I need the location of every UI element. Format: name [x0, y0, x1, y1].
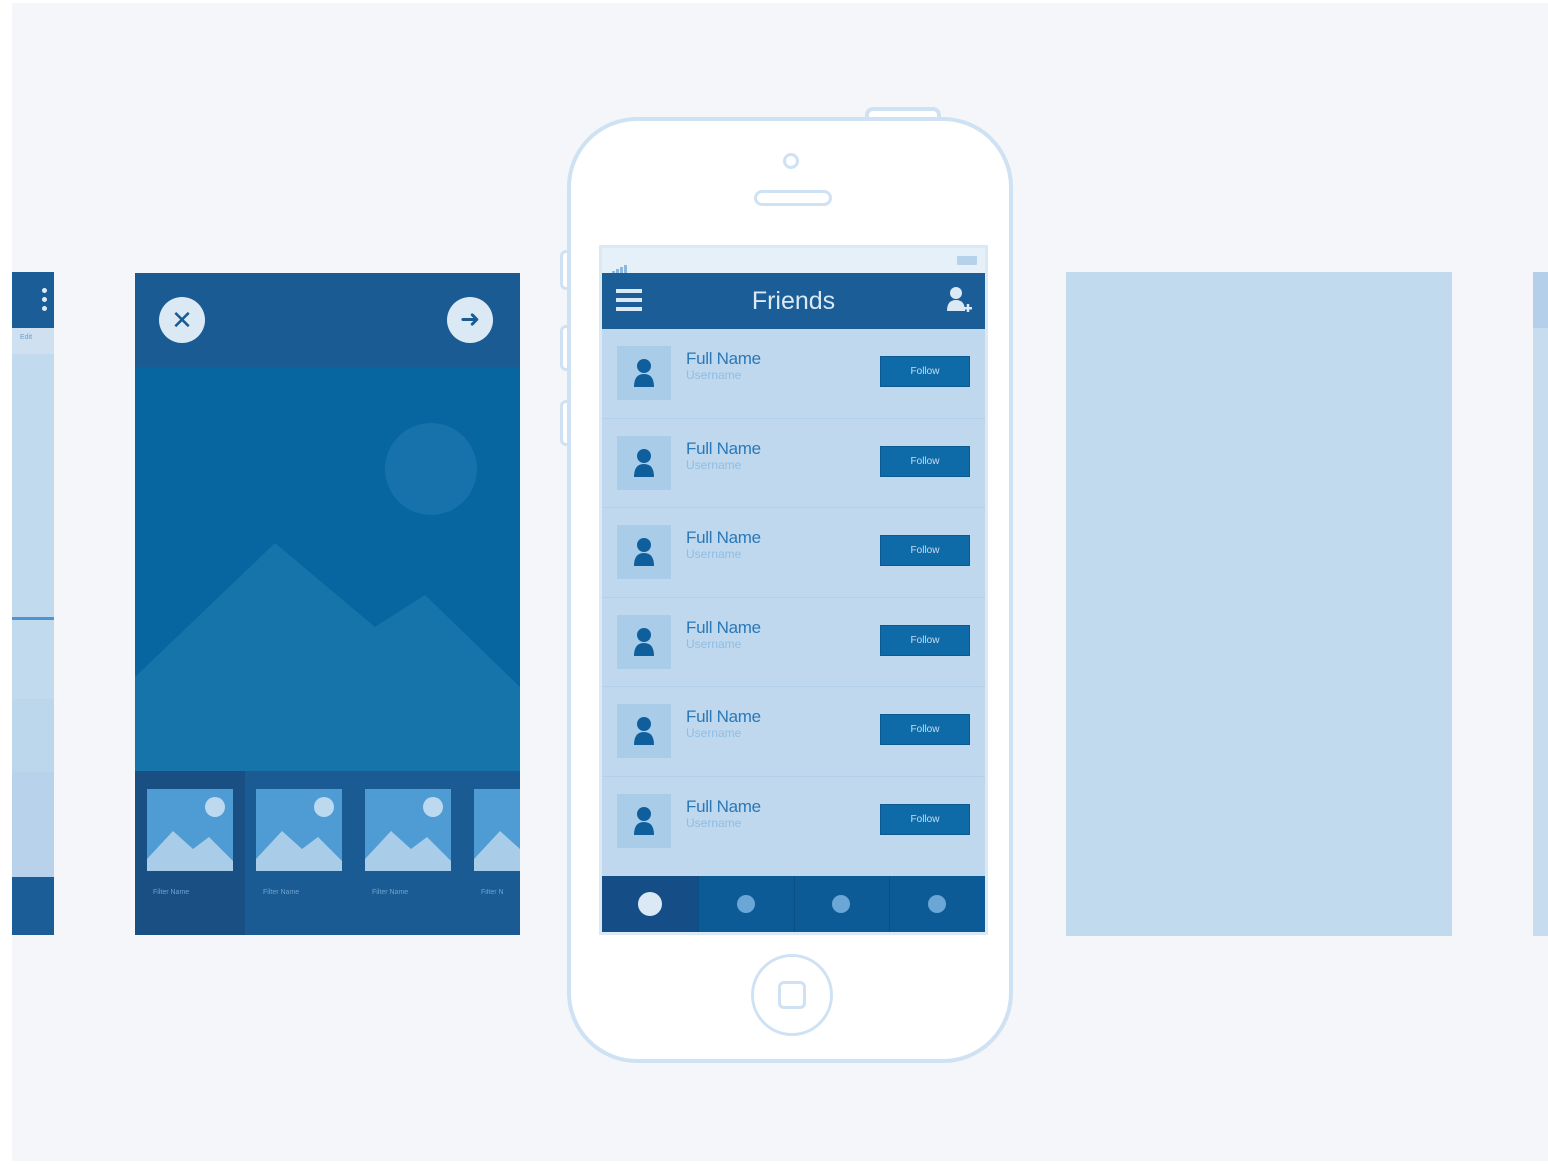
friend-full-name: Full Name [686, 796, 761, 816]
avatar [617, 614, 671, 669]
front-camera [783, 153, 799, 169]
avatar [617, 793, 671, 848]
list-item: Full Name Username Follow [602, 508, 985, 598]
filter-thumbnail[interactable] [147, 789, 233, 871]
friend-full-name: Full Name [686, 438, 761, 458]
friend-username: Username [686, 815, 742, 830]
image-mountain-placeholder [135, 543, 520, 771]
left-partial-divider [12, 617, 54, 620]
list-item: Full Name Username Follow [602, 777, 985, 866]
left-edge [0, 0, 12, 1164]
signal-icon [612, 256, 632, 274]
filter-thumbnail[interactable] [474, 789, 520, 871]
home-square-icon [778, 981, 806, 1009]
filter-thumbnail[interactable] [256, 789, 342, 871]
filter-thumbnail-strip: Filter Name Filter Name Filter Name Filt… [135, 771, 520, 935]
friend-username: Username [686, 457, 742, 472]
left-partial-header [12, 272, 54, 328]
battery-icon [957, 256, 977, 265]
left-partial-content [12, 354, 54, 699]
friend-full-name: Full Name [686, 707, 761, 727]
left-partial-strip-text: Edit [20, 334, 33, 341]
tab-bar [602, 876, 985, 932]
tab-dot-icon [637, 892, 662, 916]
avatar [617, 346, 671, 400]
hamburger-icon[interactable] [616, 289, 642, 313]
filter-label: Filter Name [372, 889, 409, 896]
next-button[interactable]: ➜ [447, 297, 493, 343]
user-icon [634, 448, 654, 477]
arrow-right-icon: ➜ [459, 306, 481, 333]
user-icon [634, 627, 654, 656]
friend-username: Username [686, 368, 742, 382]
follow-button[interactable]: Follow [880, 535, 970, 567]
wireframe-showcase: Edit ✕ ➜ Filter Name Filter Name Filter … [0, 0, 1548, 1164]
user-icon [634, 806, 654, 835]
right-partial-screen [1533, 272, 1548, 936]
status-bar [602, 248, 985, 274]
page-title: Friends [751, 287, 836, 315]
avatar [617, 435, 671, 490]
filter-label: Filter Name [153, 889, 190, 896]
follow-button[interactable]: Follow [880, 714, 970, 746]
follow-button[interactable]: Follow [880, 356, 970, 387]
tab-dot-icon [832, 895, 851, 913]
user-icon [634, 717, 654, 746]
close-icon: ✕ [171, 305, 193, 335]
add-user-icon[interactable] [943, 285, 973, 315]
left-partial-screen: Edit [12, 272, 54, 935]
top-edge [0, 0, 1548, 3]
list-item: Full Name Username Follow [602, 329, 985, 419]
nav-bar: Friends [602, 273, 985, 329]
friend-full-name: Full Name [686, 617, 761, 637]
friends-screen: Friends Full Name Username Follow Full N… [599, 245, 988, 935]
user-icon [634, 359, 654, 387]
tab-2[interactable] [698, 876, 794, 932]
photo-filter-screen: ✕ ➜ Filter Name Filter Name Filter Name … [135, 273, 520, 935]
earpiece-speaker [754, 190, 832, 206]
follow-button[interactable]: Follow [880, 445, 970, 477]
friend-username: Username [686, 636, 742, 651]
avatar [617, 525, 671, 580]
tab-3[interactable] [794, 876, 890, 932]
follow-button[interactable]: Follow [880, 803, 970, 835]
blank-screen-placeholder [1066, 272, 1452, 936]
list-item: Full Name Username Follow [602, 598, 985, 688]
tab-dot-icon [928, 895, 947, 913]
list-item: Full Name Username Follow [602, 687, 985, 777]
home-button[interactable] [751, 954, 833, 1036]
more-vertical-icon[interactable] [41, 288, 49, 316]
user-icon [634, 538, 654, 567]
tab-dot-icon [736, 895, 755, 913]
friends-list: Full Name Username Follow Full Name User… [602, 329, 985, 866]
avatar [617, 704, 671, 759]
list-item: Full Name Username Follow [602, 419, 985, 509]
filter-thumbnail[interactable] [365, 789, 451, 871]
tab-1[interactable] [602, 876, 698, 932]
left-partial-footer [12, 877, 54, 935]
filter-label: Filter N [481, 889, 504, 896]
left-partial-lower-block [12, 772, 54, 877]
friend-username: Username [686, 726, 742, 741]
friend-username: Username [686, 547, 742, 562]
tab-4[interactable] [889, 876, 985, 932]
close-button[interactable]: ✕ [159, 297, 205, 343]
follow-button[interactable]: Follow [880, 624, 970, 656]
right-partial-header [1533, 272, 1548, 328]
filter-label: Filter Name [263, 889, 300, 896]
left-partial-strip: Edit [12, 328, 54, 354]
friend-full-name: Full Name [686, 528, 761, 548]
friend-full-name: Full Name [686, 349, 761, 368]
